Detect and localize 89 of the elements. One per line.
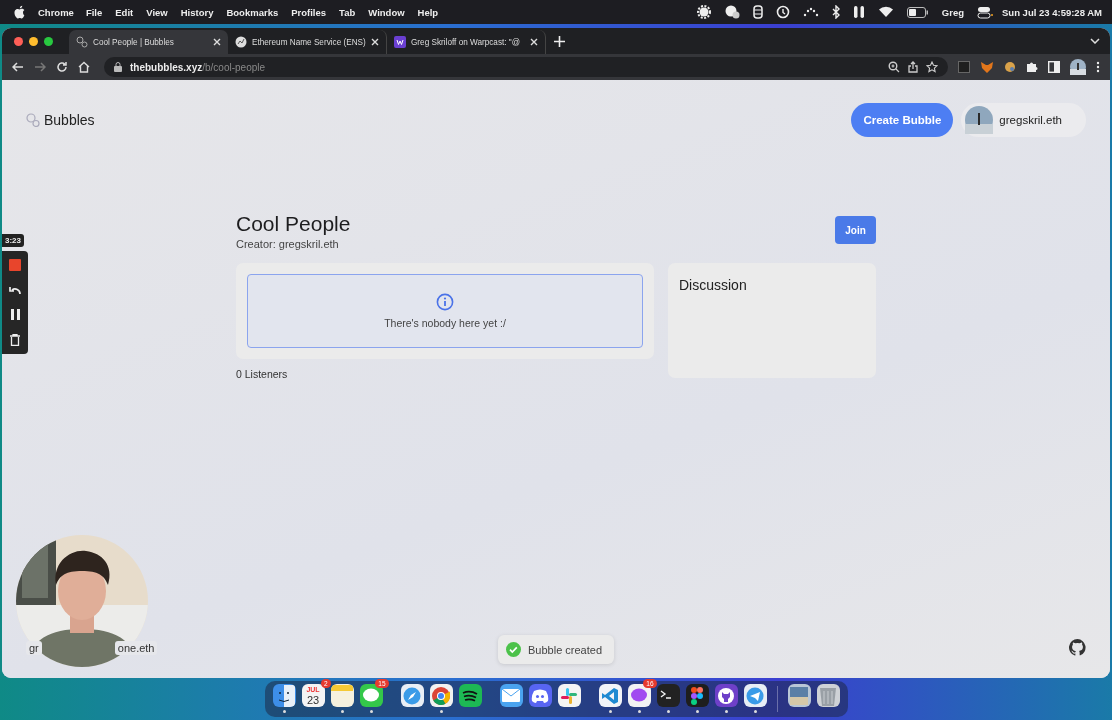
browser-tab[interactable]: Cool People | Bubbles bbox=[69, 30, 228, 54]
tab-title: Greg Skriloff on Warpcast: "@ bbox=[411, 37, 522, 47]
room-title: Cool People bbox=[236, 212, 351, 236]
menu-item[interactable]: View bbox=[146, 6, 168, 18]
star-icon[interactable] bbox=[926, 61, 938, 73]
figma-app-icon[interactable] bbox=[685, 684, 709, 707]
toast-message: Bubble created bbox=[528, 643, 602, 656]
safari-app-icon[interactable] bbox=[400, 684, 424, 707]
close-button[interactable] bbox=[14, 36, 23, 46]
join-button[interactable]: Join bbox=[835, 216, 876, 244]
menu-item[interactable]: File bbox=[85, 6, 103, 18]
recording-timer: 3:23 bbox=[2, 234, 24, 247]
new-tab-icon[interactable] bbox=[554, 35, 565, 47]
account-button[interactable]: gregskril.eth bbox=[961, 103, 1086, 137]
terminal-app-icon[interactable] bbox=[656, 684, 680, 707]
zoom-icon[interactable] bbox=[888, 61, 900, 73]
back-icon[interactable] bbox=[12, 62, 24, 72]
discord-app-icon[interactable] bbox=[528, 684, 552, 707]
trash-icon[interactable] bbox=[10, 334, 20, 346]
undo-icon[interactable] bbox=[9, 285, 21, 295]
clock-text[interactable]: Sun Jul 23 4:59:28 AM bbox=[1002, 6, 1102, 18]
avatar-icon bbox=[965, 106, 994, 134]
github-icon[interactable] bbox=[1069, 639, 1086, 656]
minimize-button[interactable] bbox=[29, 36, 38, 46]
menu-item[interactable]: Help bbox=[417, 6, 439, 18]
finder-app-icon[interactable] bbox=[272, 684, 296, 707]
puzzle-icon[interactable] bbox=[1026, 61, 1038, 73]
chat-icon[interactable] bbox=[723, 5, 740, 19]
address-bar[interactable]: thebubbles.xyz/b/cool-people bbox=[104, 57, 948, 77]
tab-title: Ethereum Name Service (ENS) bbox=[252, 37, 366, 47]
bubbles-icon bbox=[76, 36, 88, 48]
dots-icon[interactable] bbox=[802, 7, 819, 17]
menu-item[interactable]: Profiles bbox=[291, 6, 327, 18]
url-host: thebubbles.xyz bbox=[130, 61, 203, 73]
history-icon[interactable] bbox=[775, 5, 790, 19]
chrome-app-icon[interactable] bbox=[429, 684, 453, 707]
info-icon bbox=[436, 293, 454, 311]
url-path: /b/cool-people bbox=[202, 61, 266, 73]
telegram-app-icon[interactable] bbox=[743, 684, 767, 707]
battery-icon[interactable] bbox=[906, 6, 929, 18]
app-name[interactable]: Chrome bbox=[38, 6, 74, 18]
messenger-app-icon[interactable] bbox=[627, 684, 651, 707]
menu-item[interactable]: Tab bbox=[339, 6, 356, 18]
reload-icon[interactable] bbox=[56, 61, 68, 73]
fox-icon[interactable] bbox=[980, 60, 994, 74]
logo-text[interactable]: Bubbles bbox=[44, 112, 95, 128]
apple-icon[interactable] bbox=[14, 5, 26, 19]
bluetooth-icon[interactable] bbox=[831, 5, 840, 19]
photos-app-icon[interactable] bbox=[787, 684, 811, 707]
lock-icon bbox=[114, 62, 122, 72]
spotify-app-icon[interactable] bbox=[458, 684, 482, 707]
pause-icon[interactable] bbox=[10, 309, 20, 320]
discussion-title: Discussion bbox=[678, 276, 748, 295]
menu-item[interactable]: Window bbox=[368, 6, 405, 18]
messages-app-icon[interactable] bbox=[359, 684, 383, 707]
user-name[interactable]: Greg bbox=[941, 6, 965, 18]
home-icon[interactable] bbox=[78, 61, 90, 73]
tab-title: Cool People | Bubbles bbox=[93, 37, 175, 47]
maximize-button[interactable] bbox=[44, 36, 53, 46]
close-icon[interactable] bbox=[530, 38, 538, 46]
calendar-day: 23 bbox=[306, 693, 320, 706]
toggle-icon[interactable] bbox=[977, 5, 994, 19]
github-app-icon[interactable] bbox=[714, 684, 738, 707]
close-icon[interactable] bbox=[371, 38, 379, 46]
forward-icon[interactable] bbox=[34, 62, 46, 72]
trash-app-icon[interactable] bbox=[816, 684, 840, 707]
create-bubble-button[interactable]: Create Bubble bbox=[851, 103, 954, 137]
profile-avatar-icon[interactable] bbox=[1070, 59, 1086, 75]
chevron-down-icon[interactable] bbox=[1090, 38, 1100, 44]
slack-app-icon[interactable] bbox=[557, 684, 581, 707]
extension-icon[interactable] bbox=[958, 61, 970, 73]
menu-item[interactable]: Edit bbox=[115, 6, 134, 18]
notes-app-icon[interactable] bbox=[330, 684, 354, 707]
more-icon[interactable] bbox=[1096, 61, 1100, 73]
menu-item[interactable]: Bookmarks bbox=[226, 6, 279, 18]
check-circle-icon bbox=[506, 642, 521, 657]
mail-app-icon[interactable] bbox=[499, 684, 523, 707]
menu-item[interactable]: History bbox=[180, 6, 214, 18]
sidebar-icon[interactable] bbox=[1048, 61, 1060, 73]
w-logo-icon bbox=[394, 36, 406, 48]
listeners-count: 0 Listeners bbox=[236, 368, 289, 380]
close-icon[interactable] bbox=[213, 38, 221, 46]
gear-icon[interactable] bbox=[696, 5, 711, 19]
wifi-icon[interactable] bbox=[877, 6, 894, 18]
share-icon[interactable] bbox=[908, 61, 918, 73]
vscode-app-icon[interactable] bbox=[598, 684, 622, 707]
creator-text: Creator: gregskril.eth bbox=[236, 238, 340, 250]
empty-message: There's nobody here yet :/ bbox=[384, 317, 506, 329]
globe-icon bbox=[235, 36, 247, 48]
